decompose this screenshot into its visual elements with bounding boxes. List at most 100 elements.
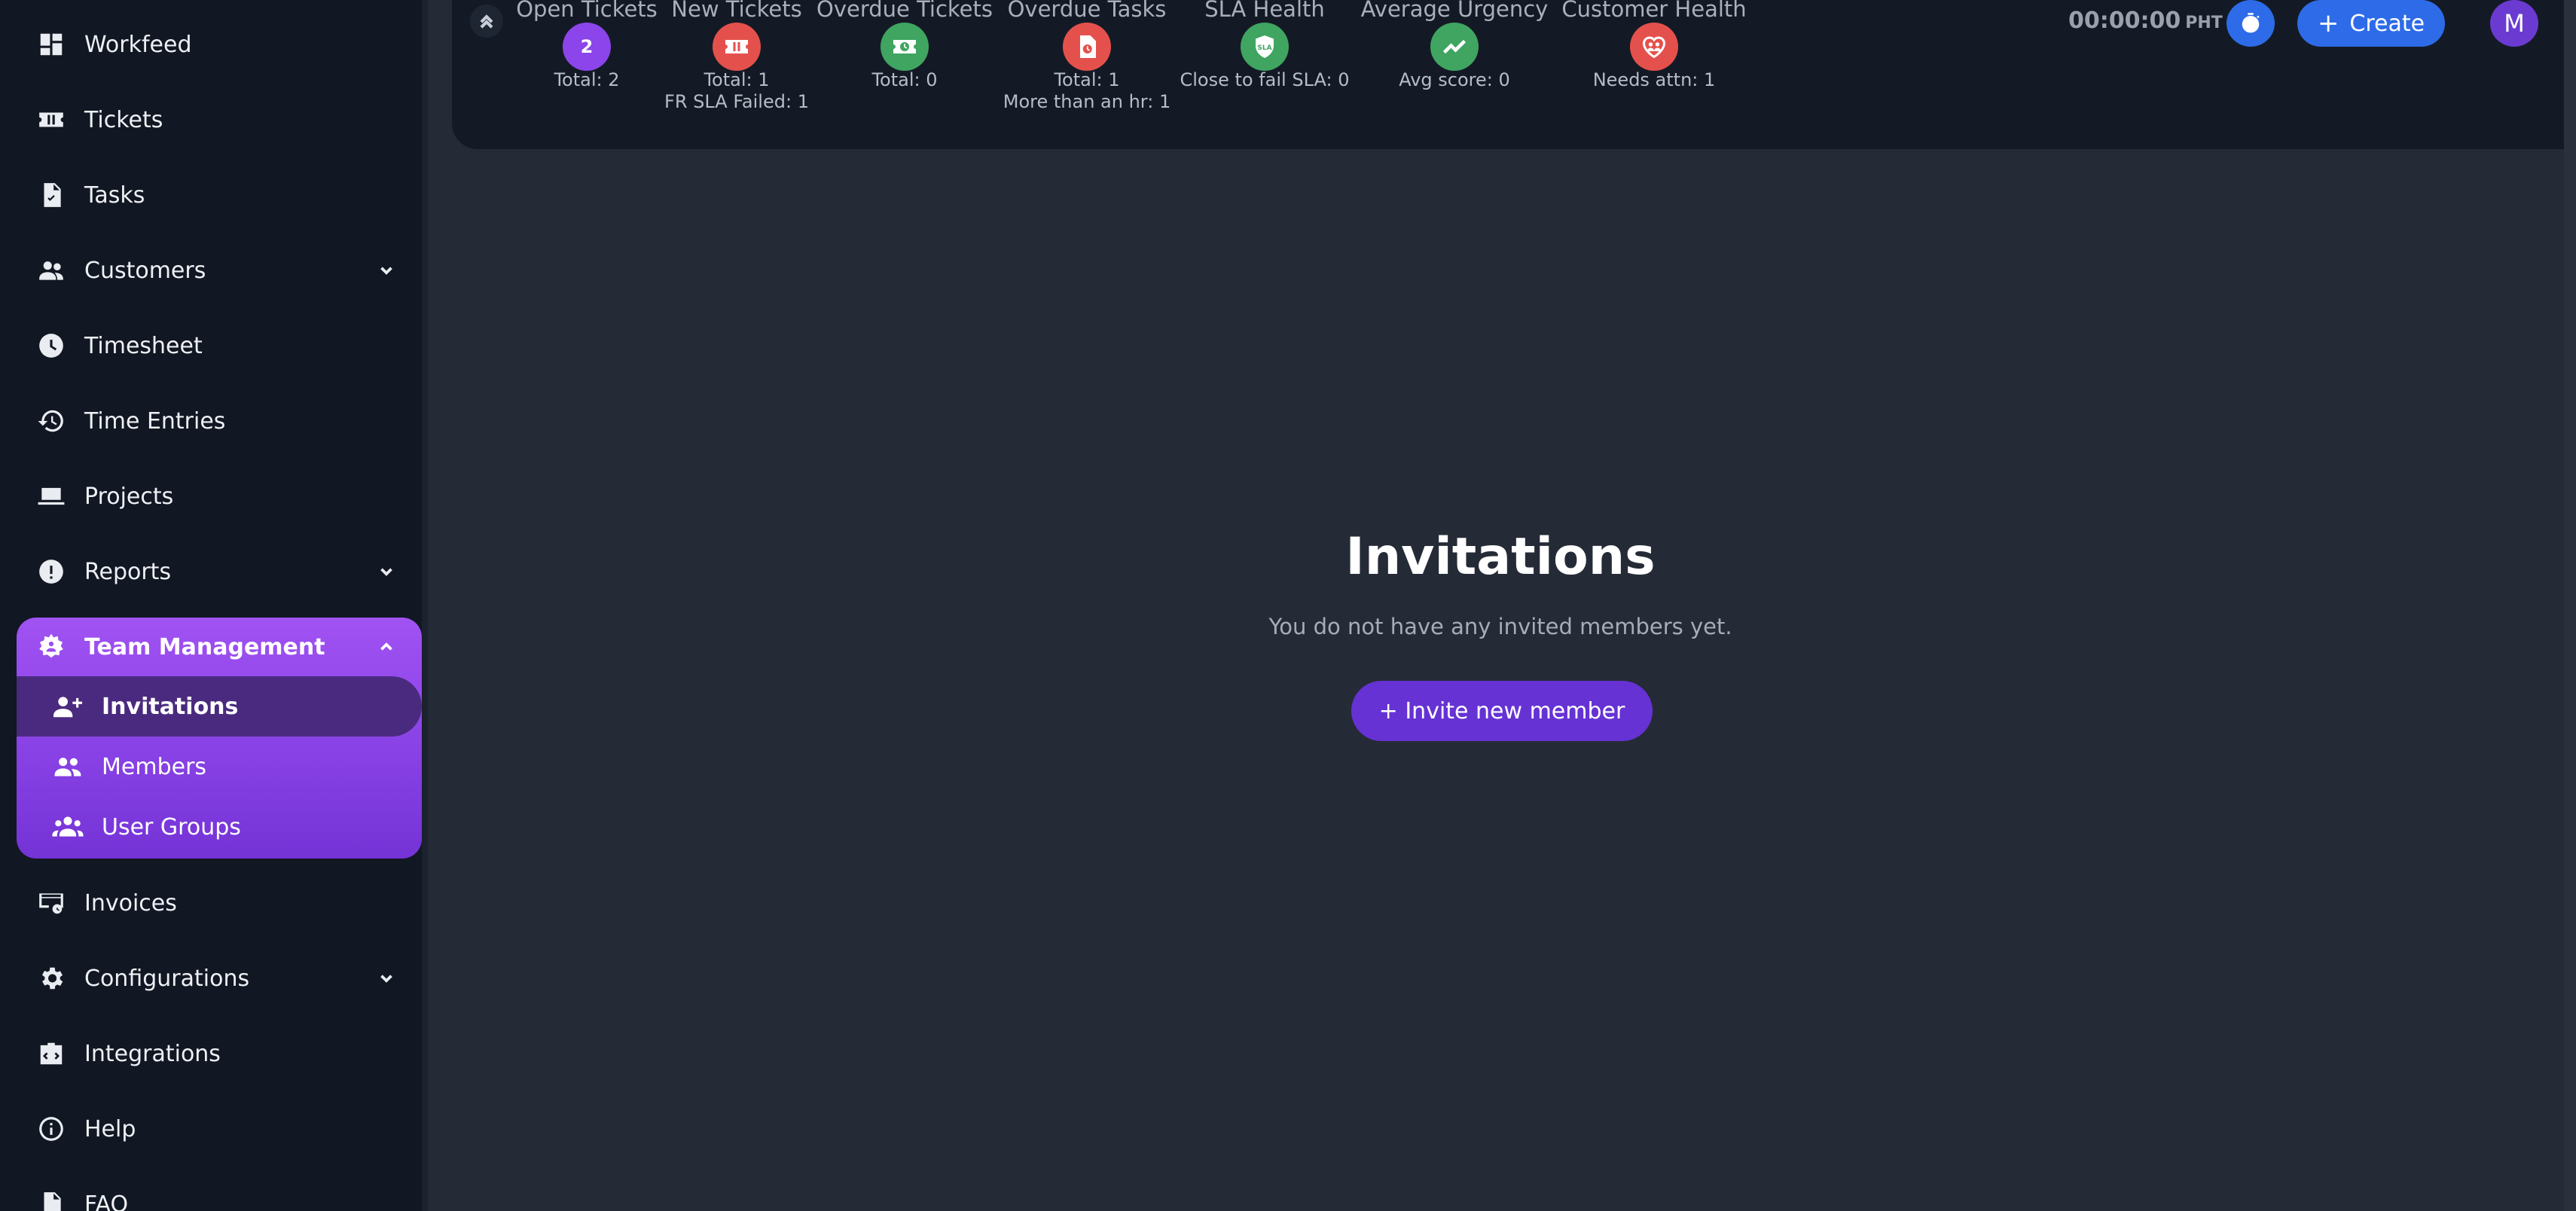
sidebar-item-label: Tickets <box>84 106 163 133</box>
history-icon <box>36 406 66 436</box>
sidebar-item-members[interactable]: Members <box>17 737 422 797</box>
integration-icon <box>36 1039 66 1069</box>
sidebar-item-tickets[interactable]: Tickets <box>0 82 422 157</box>
stat-badge-count[interactable]: 2 <box>563 23 611 71</box>
empty-state-message: You do not have any invited members yet. <box>1268 614 1732 639</box>
sidebar: Workfeed Tickets Tasks Customers Timeshe… <box>0 0 428 1211</box>
stat-badge[interactable] <box>713 23 761 71</box>
team-management-group: Team Management Invitations Members User… <box>17 618 422 859</box>
sidebar-item-label: Tasks <box>84 181 145 209</box>
sidebar-item-label: Help <box>84 1115 136 1142</box>
sidebar-item-label: Configurations <box>84 965 250 992</box>
ticket-icon <box>725 40 748 53</box>
members-icon <box>51 752 84 782</box>
stat-line: Total: 0 <box>871 69 938 90</box>
stat-line: Avg score: 0 <box>1399 69 1510 90</box>
sidebar-item-invoices[interactable]: Invoices <box>0 865 422 941</box>
stat-badge[interactable] <box>1630 23 1678 71</box>
stat-line: Needs attn: 1 <box>1592 69 1716 90</box>
invite-new-member-button[interactable]: + Invite new member <box>1351 681 1653 741</box>
sidebar-item-projects[interactable]: Projects <box>0 459 422 534</box>
sidebar-item-customers[interactable]: Customers <box>0 233 422 308</box>
sidebar-item-label: Projects <box>84 483 174 510</box>
chevron-down-icon[interactable] <box>375 967 398 990</box>
team-settings-icon <box>36 632 66 662</box>
ticket-icon <box>36 105 66 135</box>
sidebar-item-team-management[interactable]: Team Management <box>17 618 422 676</box>
stat-customer-health: Customer Health Needs attn: 1 <box>1556 0 1752 128</box>
app-root: Workfeed Tickets Tasks Customers Timeshe… <box>0 0 2576 1211</box>
stat-line: More than an hr: 1 <box>1003 91 1171 112</box>
sidebar-item-configurations[interactable]: Configurations <box>0 941 422 1016</box>
stat-badge[interactable] <box>1063 23 1111 71</box>
sidebar-item-invitations[interactable]: Invitations <box>17 676 422 737</box>
invoice-icon <box>36 888 66 918</box>
person-add-icon <box>51 691 84 721</box>
faq-icon <box>36 1189 66 1211</box>
timezone-label: PHT <box>2185 14 2223 32</box>
stat-title: Overdue Tasks <box>1007 0 1167 22</box>
gear-icon <box>36 963 66 993</box>
stopwatch-icon <box>2242 13 2260 33</box>
stat-badge[interactable] <box>1430 23 1479 71</box>
stat-average-urgency: Average Urgency Avg score: 0 <box>1357 0 1552 128</box>
sidebar-item-label: Team Management <box>84 633 325 660</box>
sidebar-item-label: Customers <box>84 257 206 284</box>
sidebar-item-label: User Groups <box>102 813 241 840</box>
stat-title: Average Urgency <box>1360 0 1549 22</box>
task-file-icon <box>36 180 66 210</box>
stat-line: FR SLA Failed: 1 <box>664 91 809 112</box>
sidebar-item-label: Invitations <box>102 693 239 720</box>
timer-display: 00:00:00 PHT <box>2068 8 2223 34</box>
stat-new-tickets: New Tickets Total: 1 FR SLA Failed: 1 <box>639 0 835 128</box>
trend-up-icon <box>1442 39 1467 54</box>
groups-icon <box>51 812 84 842</box>
dashboard-icon <box>36 29 66 59</box>
stat-line: Total: 1 <box>1054 69 1120 90</box>
customer-health-icon <box>1642 36 1666 59</box>
stat-badge[interactable] <box>881 23 929 71</box>
timer-button[interactable] <box>2227 0 2275 47</box>
sidebar-item-reports[interactable]: Reports <box>0 534 422 609</box>
create-button-label: Create <box>2349 10 2425 37</box>
chevron-up-icon[interactable] <box>375 636 398 658</box>
laptop-icon <box>36 481 66 511</box>
chevron-down-icon[interactable] <box>375 259 398 282</box>
alert-icon <box>36 557 66 587</box>
sidebar-item-label: Workfeed <box>84 31 192 58</box>
sidebar-item-workfeed[interactable]: Workfeed <box>0 7 422 82</box>
people-icon <box>36 255 66 285</box>
scrollbar-track[interactable] <box>2564 0 2576 1211</box>
sidebar-item-integrations[interactable]: Integrations <box>0 1016 422 1091</box>
sidebar-item-faq[interactable]: FAQ <box>0 1167 422 1211</box>
stat-overdue-tasks: Overdue Tasks Total: 1 More than an hr: … <box>989 0 1185 128</box>
plus-icon: + <box>2317 8 2339 38</box>
sidebar-divider <box>422 0 428 1211</box>
sidebar-item-label: FAQ <box>84 1191 129 1211</box>
stat-title: SLA Health <box>1204 0 1325 22</box>
sidebar-item-help[interactable]: Help <box>0 1091 422 1167</box>
stat-sla-health: SLA Health SLA Close to fail SLA: 0 <box>1167 0 1363 128</box>
chevron-down-icon[interactable] <box>375 560 398 583</box>
stat-overdue-tickets: Overdue Tickets Total: 0 <box>807 0 1003 128</box>
stat-line: Close to fail SLA: 0 <box>1180 69 1350 90</box>
sidebar-item-user-groups[interactable]: User Groups <box>17 797 422 857</box>
create-button[interactable]: + Create <box>2297 0 2445 47</box>
page-title: Invitations <box>1345 527 1656 587</box>
sidebar-item-label: Members <box>102 753 207 780</box>
ticket-clock-icon <box>893 40 916 53</box>
sidebar-item-label: Time Entries <box>84 407 226 435</box>
sidebar-item-label: Integrations <box>84 1040 221 1067</box>
sidebar-item-label: Reports <box>84 558 172 585</box>
sla-shield-icon: SLA <box>1256 35 1274 58</box>
stat-badge[interactable]: SLA <box>1241 23 1289 71</box>
sidebar-item-tasks[interactable]: Tasks <box>0 157 422 233</box>
stat-line: Total: 1 <box>704 69 770 90</box>
avatar[interactable]: M <box>2490 0 2538 47</box>
sidebar-item-timesheet[interactable]: Timesheet <box>0 308 422 383</box>
info-icon <box>36 1114 66 1144</box>
stat-title: Customer Health <box>1561 0 1747 22</box>
sidebar-item-label: Invoices <box>84 889 177 917</box>
timer-value: 00:00:00 <box>2068 8 2181 34</box>
sidebar-item-time-entries[interactable]: Time Entries <box>0 383 422 459</box>
